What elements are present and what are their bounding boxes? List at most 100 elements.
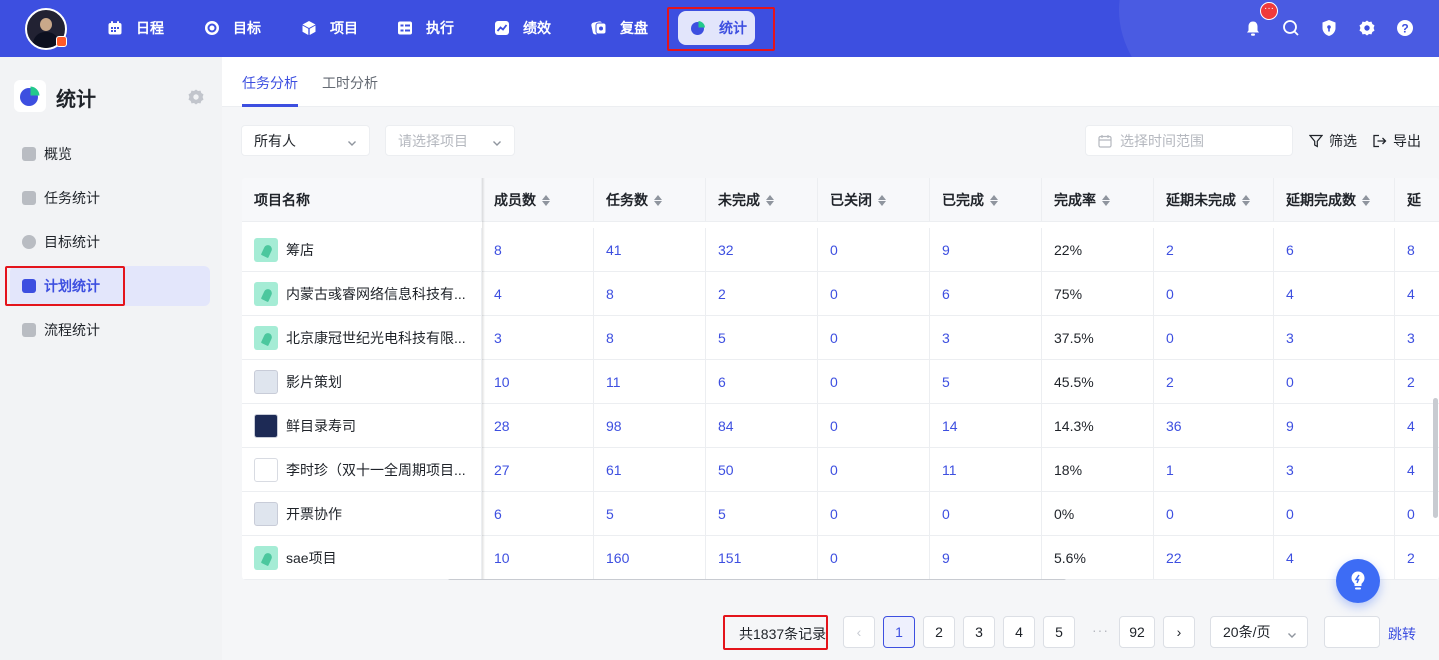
page-button[interactable]: 3	[963, 616, 995, 648]
cell-more[interactable]: 2	[1395, 360, 1439, 404]
cell-delayed-done[interactable]: 6	[1274, 228, 1395, 272]
sidebar-item-task-stats[interactable]: 任务统计	[10, 178, 210, 218]
date-range-picker[interactable]: 选择时间范围	[1085, 125, 1293, 156]
cell-project-name[interactable]: 李时珍（双十一全周期项目...	[242, 448, 482, 492]
cell-done[interactable]: 11	[930, 448, 1042, 492]
nav-item-review[interactable]: 复盘	[590, 14, 648, 42]
cell-project-name[interactable]: 筹店	[242, 228, 482, 272]
vertical-scrollbar[interactable]	[1433, 398, 1438, 518]
tab-task-analysis[interactable]: 任务分析	[242, 73, 298, 93]
cell-members[interactable]: 28	[482, 404, 594, 448]
cell-members[interactable]: 6	[482, 492, 594, 536]
cell-tasks[interactable]: 8	[594, 316, 706, 360]
cell-unfinished[interactable]: 5	[706, 492, 818, 536]
cell-closed[interactable]: 0	[818, 360, 930, 404]
cell-tasks[interactable]: 11	[594, 360, 706, 404]
page-button[interactable]: 4	[1003, 616, 1035, 648]
owner-select[interactable]: 所有人	[241, 125, 370, 156]
col-header-done[interactable]: 已完成	[930, 178, 1042, 222]
cell-unfinished[interactable]: 50	[706, 448, 818, 492]
col-header-tasks[interactable]: 任务数	[594, 178, 706, 222]
cell-more[interactable]: 8	[1395, 228, 1439, 272]
cell-members[interactable]: 8	[482, 228, 594, 272]
col-header-unfinished[interactable]: 未完成	[706, 178, 818, 222]
sidebar-item-flow-stats[interactable]: 流程统计	[10, 310, 210, 350]
tab-hours-analysis[interactable]: 工时分析	[322, 73, 378, 93]
cell-closed[interactable]: 0	[818, 404, 930, 448]
horizontal-scrollbar[interactable]	[448, 579, 1066, 580]
table-row[interactable]: 北京康冠世纪光电科技有限... 3 8 5 0 3 37.5% 0 3 3	[242, 316, 1439, 360]
cell-delayed-unfinished[interactable]: 2	[1154, 228, 1274, 272]
cell-delayed-done[interactable]: 0	[1274, 492, 1395, 536]
gear-icon[interactable]	[1358, 19, 1376, 37]
cell-delayed-unfinished[interactable]: 22	[1154, 536, 1274, 580]
cell-closed[interactable]: 0	[818, 228, 930, 272]
cell-done[interactable]: 3	[930, 316, 1042, 360]
col-header-delayed-done[interactable]: 延期完成数	[1274, 178, 1395, 222]
cell-done[interactable]: 0	[930, 492, 1042, 536]
last-page-button[interactable]: 92	[1119, 616, 1155, 648]
cell-closed[interactable]: 0	[818, 492, 930, 536]
cell-tasks[interactable]: 98	[594, 404, 706, 448]
cell-done[interactable]: 9	[930, 536, 1042, 580]
cell-tasks[interactable]: 61	[594, 448, 706, 492]
cell-done[interactable]: 6	[930, 272, 1042, 316]
cell-members[interactable]: 3	[482, 316, 594, 360]
cell-tasks[interactable]: 8	[594, 272, 706, 316]
cell-unfinished[interactable]: 151	[706, 536, 818, 580]
cell-project-name[interactable]: 影片策划	[242, 360, 482, 404]
assistant-fab-button[interactable]	[1336, 559, 1380, 603]
col-header-more[interactable]: 延	[1395, 178, 1439, 222]
cell-tasks[interactable]: 41	[594, 228, 706, 272]
page-button[interactable]: 2	[923, 616, 955, 648]
cell-project-name[interactable]: 内蒙古彧睿网络信息科技有...	[242, 272, 482, 316]
col-header-members[interactable]: 成员数	[482, 178, 594, 222]
cell-unfinished[interactable]: 32	[706, 228, 818, 272]
table-row[interactable]: 筹店 8 41 32 0 9 22% 2 6 8	[242, 228, 1439, 272]
sidebar-gear-icon[interactable]	[187, 88, 205, 106]
cell-members[interactable]: 4	[482, 272, 594, 316]
cell-more[interactable]: 2	[1395, 536, 1439, 580]
help-icon[interactable]: ?	[1396, 19, 1414, 37]
col-header-delayed-unfinished[interactable]: 延期未完成	[1154, 178, 1274, 222]
nav-item-project[interactable]: 项目	[300, 14, 358, 42]
cell-unfinished[interactable]: 6	[706, 360, 818, 404]
page-button[interactable]: 5	[1043, 616, 1075, 648]
nav-item-performance[interactable]: 绩效	[493, 14, 551, 42]
cell-closed[interactable]: 0	[818, 536, 930, 580]
col-header-closed[interactable]: 已关闭	[818, 178, 930, 222]
project-select[interactable]: 请选择项目	[385, 125, 515, 156]
cell-done[interactable]: 9	[930, 228, 1042, 272]
search-icon[interactable]	[1282, 19, 1300, 37]
cell-delayed-unfinished[interactable]: 0	[1154, 492, 1274, 536]
nav-item-execute[interactable]: 执行	[396, 14, 454, 42]
table-row[interactable]: sae项目 10 160 151 0 9 5.6% 22 4 2	[242, 536, 1439, 580]
cell-more[interactable]: 4	[1395, 272, 1439, 316]
cell-delayed-unfinished[interactable]: 0	[1154, 316, 1274, 360]
page-button[interactable]: 1	[883, 616, 915, 648]
cell-members[interactable]: 27	[482, 448, 594, 492]
cell-closed[interactable]: 0	[818, 448, 930, 492]
cell-delayed-done[interactable]: 0	[1274, 360, 1395, 404]
nav-item-schedule[interactable]: 日程	[106, 14, 164, 42]
cell-members[interactable]: 10	[482, 536, 594, 580]
cell-project-name[interactable]: sae项目	[242, 536, 482, 580]
cell-delayed-done[interactable]: 3	[1274, 448, 1395, 492]
page-size-select[interactable]: 20条/页	[1210, 616, 1308, 648]
cell-delayed-unfinished[interactable]: 1	[1154, 448, 1274, 492]
filter-button[interactable]: 筛选	[1309, 131, 1357, 151]
cell-done[interactable]: 14	[930, 404, 1042, 448]
prev-page-button[interactable]: ‹	[843, 616, 875, 648]
next-page-button[interactable]: ›	[1163, 616, 1195, 648]
jump-page-input[interactable]	[1324, 616, 1380, 648]
cell-more[interactable]: 3	[1395, 316, 1439, 360]
cell-delayed-done[interactable]: 9	[1274, 404, 1395, 448]
shield-icon[interactable]	[1320, 19, 1338, 37]
table-row[interactable]: 影片策划 10 11 6 0 5 45.5% 2 0 2	[242, 360, 1439, 404]
cell-delayed-unfinished[interactable]: 36	[1154, 404, 1274, 448]
table-row[interactable]: 李时珍（双十一全周期项目... 27 61 50 0 11 18% 1 3 4	[242, 448, 1439, 492]
cell-closed[interactable]: 0	[818, 272, 930, 316]
cell-project-name[interactable]: 开票协作	[242, 492, 482, 536]
bell-icon[interactable]	[1244, 19, 1262, 37]
cell-tasks[interactable]: 5	[594, 492, 706, 536]
